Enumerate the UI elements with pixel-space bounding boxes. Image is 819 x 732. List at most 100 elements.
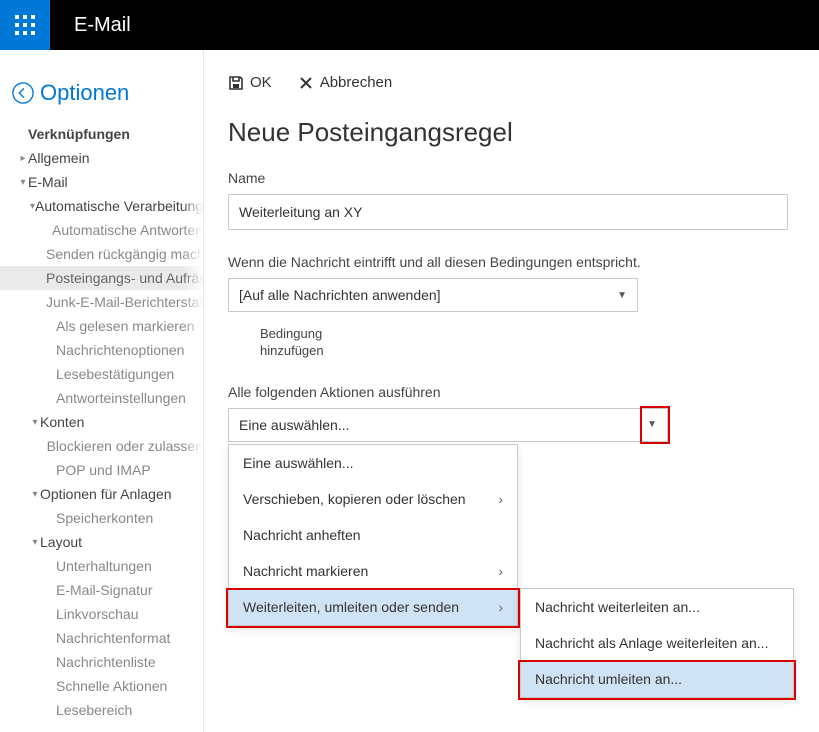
add-condition-link[interactable]: Bedingung hinzufügen (260, 326, 795, 360)
nav-item[interactable]: Nachrichtenliste (0, 650, 203, 674)
nav-item-label: Speicherkonten (56, 510, 153, 526)
nav-item-label: Konten (40, 414, 84, 430)
submenu-item[interactable]: Nachricht weiterleiten an... (521, 589, 793, 625)
nav-item-label: Verknüpfungen (28, 126, 130, 142)
menu-item-label: Verschieben, kopieren oder löschen (243, 491, 466, 507)
condition-value: [Auf alle Nachrichten anwenden] (239, 287, 441, 303)
action-label: Alle folgenden Aktionen ausführen (228, 384, 795, 400)
topbar: E-Mail (0, 0, 819, 50)
menu-item-label: Weiterleiten, umleiten oder senden (243, 599, 459, 615)
nav-item[interactable]: Schnelle Aktionen (0, 674, 203, 698)
caret-icon: ▾ (18, 177, 28, 188)
menu-item[interactable]: Nachricht anheften (229, 517, 517, 553)
chevron-right-icon: › (498, 491, 503, 507)
name-label: Name (228, 170, 795, 186)
cancel-button[interactable]: Abbrechen (298, 74, 393, 91)
nav-item-label: Antworteinstellungen (56, 390, 186, 406)
nav-item[interactable]: ▾Automatische Verarbeitung (0, 194, 203, 218)
waffle-icon (15, 15, 35, 35)
nav-item-label: Nachrichtenformat (56, 630, 170, 646)
nav-item[interactable]: Automatische Antworten (0, 218, 203, 242)
nav-item[interactable]: POP und IMAP (0, 458, 203, 482)
submenu-item-label: Nachricht weiterleiten an... (535, 599, 700, 615)
menu-item[interactable]: Eine auswählen... (229, 445, 517, 481)
content: OK Abbrechen Neue Posteingangsregel Name… (204, 50, 819, 732)
action-value: Eine auswählen... (239, 417, 350, 433)
caret-icon: ▾ (30, 417, 40, 428)
nav-tree: Verknüpfungen▸Allgemein▾E-Mail▾Automatis… (0, 122, 203, 722)
page-title: Neue Posteingangsregel (228, 117, 795, 148)
menu-item[interactable]: Weiterleiten, umleiten oder senden› (229, 589, 517, 625)
ok-button[interactable]: OK (228, 74, 272, 91)
nav-item-label: Linkvorschau (56, 606, 139, 622)
nav-item[interactable]: Als gelesen markieren (0, 314, 203, 338)
nav-item[interactable]: Nachrichtenformat (0, 626, 203, 650)
nav-item[interactable]: Lesebestätigungen (0, 362, 203, 386)
ok-label: OK (250, 74, 272, 91)
nav-item-label: Nachrichtenliste (56, 654, 156, 670)
nav-item-label: Nachrichtenoptionen (56, 342, 184, 358)
nav-item[interactable]: Posteingangs- und Aufräumen (0, 266, 203, 290)
nav-item[interactable]: Linkvorschau (0, 602, 203, 626)
nav-item-label: Layout (40, 534, 82, 550)
menu-item[interactable]: Verschieben, kopieren oder löschen › (229, 481, 517, 517)
condition-dropdown[interactable]: [Auf alle Nachrichten anwenden] ▼ (228, 278, 638, 312)
nav-item[interactable]: ▾Layout (0, 530, 203, 554)
back-arrow-icon (12, 82, 34, 104)
close-icon (298, 75, 314, 91)
app-title: E-Mail (74, 14, 131, 37)
nav-item-label: E-Mail (28, 174, 68, 190)
menu-item[interactable]: Nachricht markieren› (229, 553, 517, 589)
condition-label: Wenn die Nachricht eintrifft und all die… (228, 254, 795, 270)
submenu-item-label: Nachricht als Anlage weiterleiten an... (535, 635, 768, 651)
nav-item[interactable]: Lesebereich (0, 698, 203, 722)
nav-item[interactable]: Nachrichtenoptionen (0, 338, 203, 362)
nav-item[interactable]: Senden rückgängig machen (0, 242, 203, 266)
back-button[interactable]: Optionen (0, 80, 203, 106)
nav-item-label: Posteingangs- und Aufräumen (46, 270, 204, 286)
app-launcher-button[interactable] (0, 0, 50, 50)
nav-item[interactable]: ▾E-Mail (0, 170, 203, 194)
nav-item[interactable]: ▾Optionen für Anlagen (0, 482, 203, 506)
back-label: Optionen (40, 80, 129, 106)
submenu-item-label: Nachricht umleiten an... (535, 671, 682, 687)
caret-icon: ▸ (18, 153, 28, 164)
caret-icon: ▾ (30, 537, 40, 548)
nav-item-label: Als gelesen markieren (56, 318, 195, 334)
nav-item[interactable]: ▾Konten (0, 410, 203, 434)
nav-item-label: Automatische Verarbeitung (35, 198, 203, 214)
action-dropdown[interactable]: Eine auswählen... ▼ (228, 408, 668, 442)
menu-item-label: Eine auswählen... (243, 455, 354, 471)
nav-item-label: Schnelle Aktionen (56, 678, 167, 694)
nav-item-label: Blockieren oder zulassen (47, 438, 203, 454)
nav-item-label: Optionen für Anlagen (40, 486, 172, 502)
nav-item[interactable]: Blockieren oder zulassen (0, 434, 203, 458)
nav-item-label: POP und IMAP (56, 462, 151, 478)
nav-item[interactable]: Verknüpfungen (0, 122, 203, 146)
nav-item-label: Automatische Antworten (52, 222, 203, 238)
submenu-item[interactable]: Nachricht als Anlage weiterleiten an... (521, 625, 793, 661)
nav-item-label: Allgemein (28, 150, 89, 166)
nav-item-label: Unterhaltungen (56, 558, 152, 574)
name-input[interactable] (228, 194, 788, 230)
chevron-right-icon: › (498, 563, 503, 579)
command-bar: OK Abbrechen (228, 74, 795, 91)
nav-item[interactable]: Antworteinstellungen (0, 386, 203, 410)
nav-item[interactable]: E-Mail-Signatur (0, 578, 203, 602)
chevron-down-icon: ▼ (647, 419, 657, 430)
nav-item[interactable]: Unterhaltungen (0, 554, 203, 578)
cancel-label: Abbrechen (320, 74, 393, 91)
nav-item[interactable]: ▸Allgemein (0, 146, 203, 170)
save-icon (228, 75, 244, 91)
nav-item[interactable]: Speicherkonten (0, 506, 203, 530)
nav-item-label: E-Mail-Signatur (56, 582, 152, 598)
caret-icon: ▾ (30, 489, 40, 500)
submenu-item[interactable]: Nachricht umleiten an... (521, 661, 793, 697)
action-submenu: Nachricht weiterleiten an... Nachricht al… (520, 588, 794, 698)
nav-item-label: Lesebereich (56, 702, 132, 718)
menu-item-label: Nachricht anheften (243, 527, 361, 543)
nav-item-label: Junk-E-Mail-Berichterstattung (46, 294, 204, 310)
action-menu: Eine auswählen... Verschieben, kopieren o… (228, 444, 518, 626)
sidebar: Optionen Verknüpfungen▸Allgemein▾E-Mail▾… (0, 50, 204, 732)
nav-item[interactable]: Junk-E-Mail-Berichterstattung (0, 290, 203, 314)
